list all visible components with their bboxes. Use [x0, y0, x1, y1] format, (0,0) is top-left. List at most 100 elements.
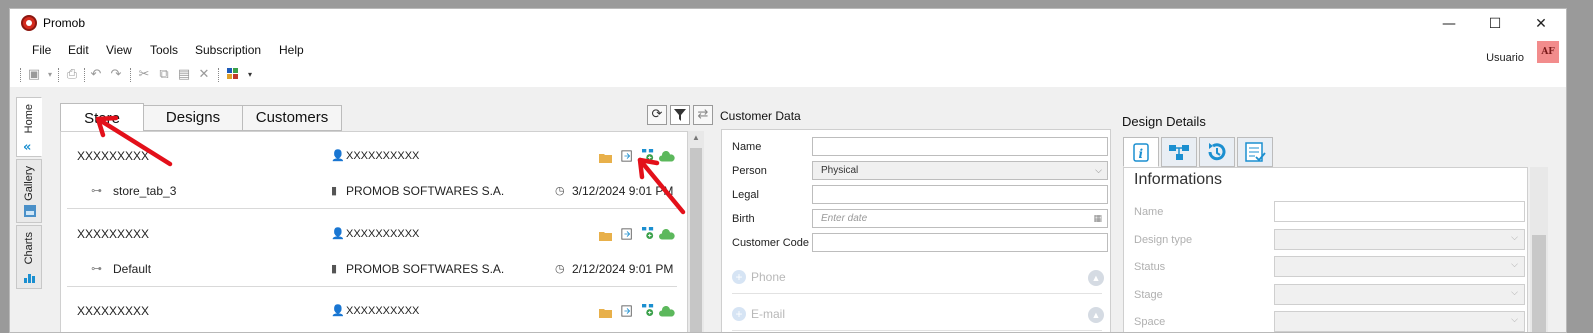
- menu-subscription[interactable]: Subscription: [195, 43, 261, 57]
- minimize-button[interactable]: —: [1426, 11, 1472, 37]
- add-design-icon[interactable]: [641, 304, 655, 316]
- design-scrollbar[interactable]: [1530, 167, 1548, 332]
- design-info-form: Informations Name Design type ⌵ Status ⌵…: [1123, 167, 1528, 332]
- scrollbar-thumb[interactable]: [690, 148, 702, 332]
- tab-designs[interactable]: Designs: [143, 105, 243, 131]
- user-name[interactable]: Usuario: [1486, 52, 1524, 64]
- paste-icon[interactable]: ▤: [176, 67, 192, 83]
- store-entry-date: 2/12/2024 9:01 PM: [572, 262, 674, 276]
- design-tab-hierarchy[interactable]: [1161, 137, 1197, 167]
- user-icon: 👤: [331, 227, 345, 240]
- design-name-field[interactable]: [1274, 201, 1525, 222]
- swap-icon: ⇄: [697, 107, 709, 122]
- scrollbar-thumb[interactable]: [1532, 235, 1546, 332]
- side-tab-charts[interactable]: Charts: [16, 225, 42, 289]
- store-entry-design[interactable]: store_tab_3: [113, 184, 176, 198]
- legal-field[interactable]: [812, 185, 1108, 204]
- customer-code-label: Customer Code: [732, 237, 810, 249]
- export-icon[interactable]: [620, 228, 634, 240]
- name-field[interactable]: [812, 137, 1108, 156]
- add-icon[interactable]: +: [732, 270, 746, 284]
- toolbar-separator: [130, 68, 131, 82]
- add-icon[interactable]: +: [732, 307, 746, 321]
- folder-open-icon[interactable]: [599, 230, 613, 242]
- folder-open-icon[interactable]: [599, 307, 613, 319]
- scroll-up-icon[interactable]: ▲: [692, 133, 700, 142]
- person-select[interactable]: Physical ⌵: [812, 161, 1108, 180]
- title-bar: Promob — ☐ ✕: [10, 9, 1566, 39]
- add-design-icon[interactable]: [641, 149, 655, 161]
- email-section[interactable]: + E-mail: [732, 307, 785, 321]
- home-arrows-icon: «: [23, 140, 32, 155]
- close-button[interactable]: ✕: [1518, 11, 1564, 37]
- customer-code-field[interactable]: [812, 233, 1108, 252]
- store-entry-person: XXXXXXXXXX: [346, 305, 420, 317]
- design-tab-info[interactable]: i: [1123, 137, 1159, 167]
- delete-icon[interactable]: ✕: [196, 67, 212, 83]
- toolbar: ▣ ▾ ⎙ ↶ ↷ ✂ ⧉ ▤ ✕ ▾: [18, 65, 288, 85]
- store-entry-name[interactable]: XXXXXXXXX: [77, 304, 149, 318]
- chart-icon: [23, 270, 37, 284]
- store-entry-design[interactable]: Default: [113, 262, 151, 276]
- add-design-icon[interactable]: [641, 227, 655, 239]
- export-icon[interactable]: [620, 150, 634, 162]
- birth-date-field[interactable]: Enter date ▦: [812, 209, 1108, 228]
- email-section-label: E-mail: [751, 307, 786, 321]
- export-icon[interactable]: [620, 305, 634, 317]
- stage-select[interactable]: ⌵: [1274, 284, 1525, 305]
- swap-button[interactable]: ⇄: [693, 105, 713, 125]
- space-select[interactable]: ⌵: [1274, 311, 1525, 332]
- checklist-icon: [1245, 142, 1266, 162]
- maximize-button[interactable]: ☐: [1472, 11, 1518, 37]
- store-entry-name[interactable]: XXXXXXXXX: [77, 149, 149, 163]
- cloud-icon[interactable]: [659, 151, 675, 163]
- undo-icon[interactable]: ↶: [88, 67, 104, 83]
- workspace: Home « Gallery Charts Store Designs Cust…: [10, 87, 1566, 332]
- customer-data-panel: Customer Data Name Person Physical ⌵ Leg…: [717, 101, 1115, 332]
- side-tab-charts-label: Charts: [23, 232, 35, 265]
- chevron-down-icon[interactable]: ▾: [42, 67, 58, 83]
- store-entry-person: XXXXXXXXXX: [346, 228, 420, 240]
- side-tab-home[interactable]: Home «: [16, 97, 42, 157]
- side-tab-gallery[interactable]: Gallery: [16, 159, 42, 223]
- collapse-up-icon[interactable]: ▲: [1088, 270, 1104, 286]
- cloud-icon[interactable]: [659, 306, 675, 318]
- status-select[interactable]: ⌵: [1274, 256, 1525, 277]
- cut-icon[interactable]: ✂: [136, 67, 152, 83]
- cloud-icon[interactable]: [659, 229, 675, 241]
- menu-file[interactable]: File: [32, 43, 51, 57]
- menu-help[interactable]: Help: [279, 43, 304, 57]
- tab-store[interactable]: Store: [60, 103, 144, 132]
- menu-tools[interactable]: Tools: [150, 43, 178, 57]
- informations-title: Informations: [1134, 171, 1223, 188]
- customer-form: Name Person Physical ⌵ Legal Birth Enter…: [721, 129, 1111, 332]
- save-icon[interactable]: ▣: [26, 67, 42, 83]
- store-list: XXXXXXXXX 👤 XXXXXXXXXX ⊶ store_tab_3 ▮ P…: [60, 131, 688, 332]
- store-list-scrollbar[interactable]: ▲: [688, 131, 704, 332]
- copy-icon[interactable]: ⧉: [156, 67, 172, 83]
- menu-view[interactable]: View: [106, 43, 132, 57]
- store-entry-name[interactable]: XXXXXXXXX: [77, 227, 149, 241]
- phone-section[interactable]: + Phone: [732, 270, 786, 284]
- redo-icon[interactable]: ↷: [108, 67, 124, 83]
- collapse-up-icon[interactable]: ▲: [1088, 307, 1104, 323]
- chevron-down-icon[interactable]: ▾: [242, 67, 258, 83]
- store-entry-date: 3/12/2024 9:01 PM: [572, 184, 674, 198]
- clock-icon: ◷: [555, 262, 565, 275]
- print-icon[interactable]: ⎙: [64, 67, 80, 83]
- section-divider: [732, 293, 1102, 294]
- store-entry-company: PROMOB SOFTWARES S.A.: [346, 184, 505, 198]
- user-avatar[interactable]: AF: [1537, 41, 1559, 63]
- design-type-select[interactable]: ⌵: [1274, 229, 1525, 250]
- refresh-button[interactable]: ⟳: [647, 105, 667, 125]
- folder-open-icon[interactable]: [599, 152, 613, 164]
- hierarchy-icon: [1169, 145, 1189, 160]
- calendar-icon[interactable]: ▦: [1093, 210, 1102, 227]
- design-tree-icon: ⊶: [91, 262, 102, 275]
- person-label: Person: [732, 165, 767, 177]
- filter-button[interactable]: [670, 105, 690, 125]
- tab-customers[interactable]: Customers: [242, 105, 342, 131]
- design-tab-checklist[interactable]: [1237, 137, 1273, 167]
- design-tab-history[interactable]: [1199, 137, 1235, 167]
- menu-edit[interactable]: Edit: [68, 43, 89, 57]
